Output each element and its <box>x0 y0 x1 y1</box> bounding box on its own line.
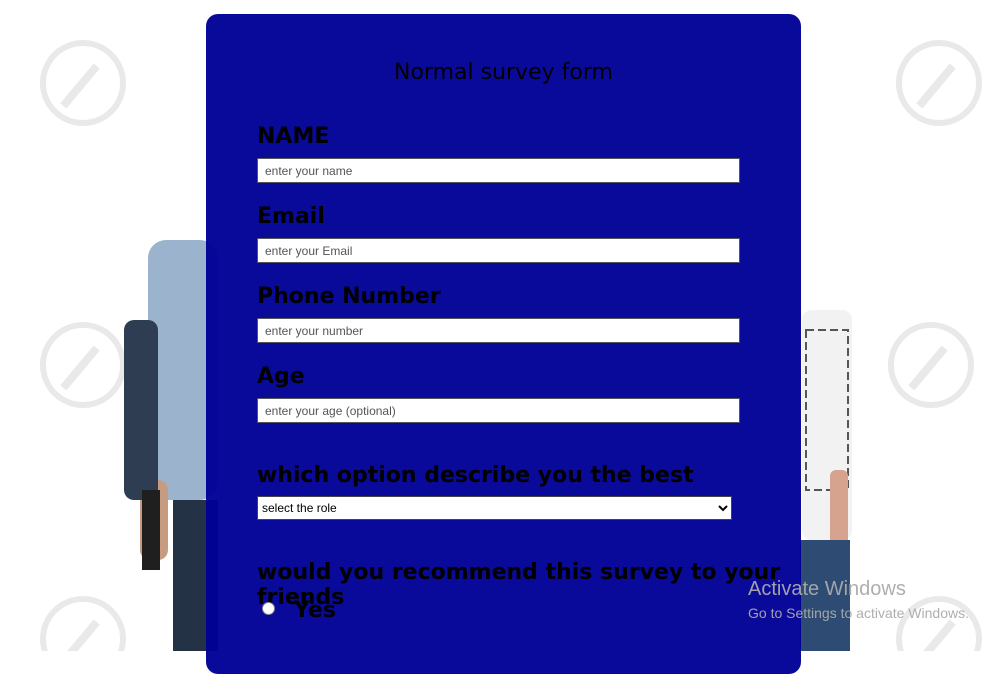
watermark-icon <box>40 596 126 651</box>
email-input[interactable] <box>257 238 740 263</box>
watermark-icon <box>888 322 974 408</box>
email-label: Email <box>257 204 325 229</box>
watermark-icon <box>40 40 126 126</box>
name-label: NAME <box>257 124 330 149</box>
form-title: Normal survey form <box>394 60 613 85</box>
watermark-icon <box>896 40 982 126</box>
activate-windows-title: Activate Windows <box>748 578 906 600</box>
role-select[interactable]: select the role <box>257 496 732 520</box>
age-input[interactable] <box>257 398 740 423</box>
name-input[interactable] <box>257 158 740 183</box>
activate-windows-subtitle: Go to Settings to activate Windows. <box>748 605 969 621</box>
phone-input[interactable] <box>257 318 740 343</box>
phone-label: Phone Number <box>257 284 441 309</box>
age-label: Age <box>257 364 305 389</box>
activate-windows-notice: Activate Windows Go to Settings to activ… <box>748 578 969 621</box>
survey-form-card: Normal survey form NAME Email Phone Numb… <box>206 14 801 674</box>
yes-radio[interactable] <box>262 602 275 615</box>
watermark-icon <box>40 322 126 408</box>
recommend-label: would you recommend this survey to your … <box>257 560 781 610</box>
backpack <box>124 320 160 570</box>
yes-radio-label: Yes <box>294 598 336 623</box>
role-label: which option describe you the best <box>257 463 694 488</box>
